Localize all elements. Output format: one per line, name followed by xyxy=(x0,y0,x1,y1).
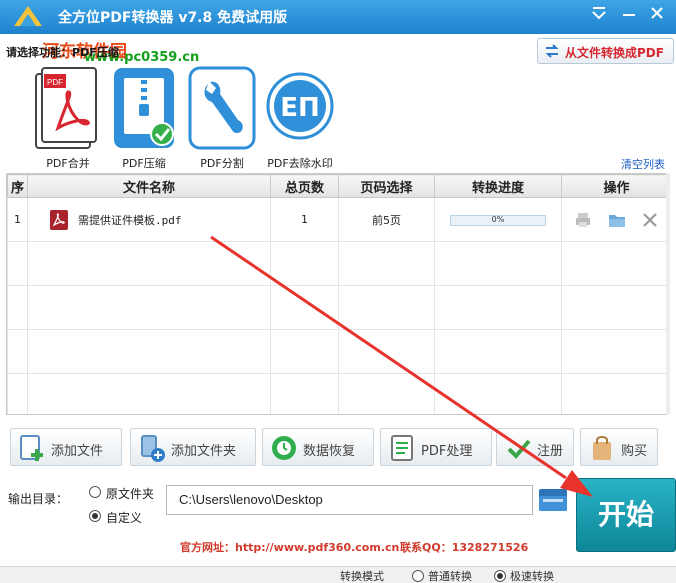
table-row[interactable]: 1 需提供证件模板.pdf 1 前5页 0% xyxy=(7,197,669,242)
pdf-compress-icon xyxy=(114,68,174,148)
conversion-mode-label: 转换模式 xyxy=(340,570,384,583)
pdf-split-icon xyxy=(188,66,256,150)
start-button[interactable]: 开始 xyxy=(576,478,676,552)
menu-chevron-button[interactable] xyxy=(588,4,610,26)
data-recovery-label: 数据恢复 xyxy=(303,444,356,459)
file-table: 序 文件名称 总页数 页码选择 转换进度 操作 1 需提供证件模板.pdf 1 … xyxy=(6,173,670,415)
close-button[interactable] xyxy=(646,4,668,26)
minimize-button[interactable] xyxy=(618,4,640,26)
add-file-button[interactable]: 添加文件 xyxy=(10,428,122,466)
add-folder-button[interactable]: 添加文件夹 xyxy=(130,428,256,466)
official-website: 官方网址：http://www.pdf360.com.cn xyxy=(180,541,400,554)
radio-custom[interactable] xyxy=(89,510,101,522)
pdf-remove-watermark-icon: EП xyxy=(266,72,334,140)
row-pages: 1 xyxy=(270,197,339,242)
tool-pdf-remove-watermark[interactable]: EП PDF去除水印 xyxy=(262,64,338,170)
tool-pdf-merge[interactable]: PDF PDF合并 xyxy=(30,64,106,170)
buy-icon xyxy=(593,436,611,460)
pdf-file-icon xyxy=(50,209,68,230)
print-icon[interactable] xyxy=(574,211,592,229)
svg-text:PDF: PDF xyxy=(47,78,63,87)
app-logo-icon xyxy=(14,6,42,26)
data-recovery-button[interactable]: 数据恢复 xyxy=(262,428,374,466)
row-index: 1 xyxy=(7,197,28,242)
svg-text:EП: EП xyxy=(280,93,320,123)
close-icon xyxy=(651,7,663,19)
table-row xyxy=(7,329,669,374)
progress-bar: 0% xyxy=(450,214,546,226)
swap-arrows-icon xyxy=(545,44,559,58)
browse-folder-icon[interactable] xyxy=(538,486,568,514)
row-page-selection[interactable]: 前5页 xyxy=(338,197,435,242)
row-actions xyxy=(561,197,669,242)
header-pages: 总页数 xyxy=(270,174,339,198)
row-filename-cell: 需提供证件模板.pdf xyxy=(27,197,271,242)
tool-label: PDF分割 xyxy=(200,157,244,170)
pdf-process-label: PDF处理 xyxy=(421,444,473,459)
radio-fast-mode[interactable] xyxy=(494,570,506,582)
convert-from-file-label: 从文件转换成PDF xyxy=(565,46,664,60)
tool-label: PDF去除水印 xyxy=(267,157,333,170)
add-file-icon xyxy=(20,435,43,461)
data-recovery-icon xyxy=(272,436,296,460)
add-folder-icon xyxy=(141,435,165,462)
buy-button[interactable]: 购买 xyxy=(580,428,658,466)
tool-label: PDF压缩 xyxy=(122,157,166,170)
table-header-row: 序 文件名称 总页数 页码选择 转换进度 操作 xyxy=(7,174,669,198)
register-button[interactable]: 注册 xyxy=(496,428,574,466)
pdf-process-button[interactable]: PDF处理 xyxy=(380,428,492,466)
row-progress-cell: 0% xyxy=(434,197,562,242)
radio-normal-mode[interactable] xyxy=(412,570,424,582)
pdf-merge-icon: PDF xyxy=(35,67,97,149)
function-hint: 请选择功能：PDF压缩 xyxy=(6,46,119,59)
pdf-process-icon xyxy=(391,435,413,461)
buy-label: 购买 xyxy=(621,444,648,459)
conversion-mode-bar: 转换模式 普通转换 极速转换 xyxy=(0,566,676,583)
output-path-input[interactable]: C:\Users\lenovo\Desktop xyxy=(166,485,533,515)
header-actions: 操作 xyxy=(561,174,669,198)
minimize-icon xyxy=(623,14,635,16)
clear-list-link[interactable]: 清空列表 xyxy=(621,156,665,172)
normal-mode-label[interactable]: 普通转换 xyxy=(428,568,472,583)
header-index: 序 xyxy=(7,174,28,198)
radio-original-folder[interactable] xyxy=(89,486,101,498)
open-folder-icon[interactable] xyxy=(608,211,626,229)
radio-custom-label[interactable]: 自定义 xyxy=(106,509,142,526)
header-progress: 转换进度 xyxy=(434,174,562,198)
progress-text: 0% xyxy=(491,214,505,224)
contact-qq: 联系QQ：1328271526 xyxy=(400,541,529,554)
add-file-label: 添加文件 xyxy=(51,444,104,459)
fast-mode-label[interactable]: 极速转换 xyxy=(510,568,554,583)
table-row xyxy=(7,285,669,330)
header-page-selection: 页码选择 xyxy=(338,174,435,198)
table-row xyxy=(7,241,669,286)
title-bar: 全方位PDF转换器 v7.8 免费试用版 xyxy=(0,0,676,34)
row-filename: 需提供证件模板.pdf xyxy=(78,213,182,227)
tool-label: PDF合并 xyxy=(46,157,90,170)
output-dir-label: 输出目录： xyxy=(8,492,69,506)
register-label: 注册 xyxy=(537,444,564,459)
tool-pdf-split[interactable]: PDF分割 xyxy=(184,64,260,170)
remove-icon[interactable] xyxy=(641,211,659,229)
convert-from-file-button[interactable]: 从文件转换成PDF xyxy=(537,38,674,64)
radio-original-folder-label[interactable]: 原文件夹 xyxy=(106,485,154,502)
header-filename: 文件名称 xyxy=(27,174,271,198)
chevron-down-icon xyxy=(592,7,606,20)
tool-pdf-compress[interactable]: PDF压缩 xyxy=(106,64,182,170)
window-title: 全方位PDF转换器 v7.8 免费试用版 xyxy=(58,10,288,26)
table-row xyxy=(7,373,669,414)
register-icon xyxy=(507,439,531,459)
table-scrollbar[interactable] xyxy=(666,173,670,415)
add-folder-label: 添加文件夹 xyxy=(171,444,237,459)
